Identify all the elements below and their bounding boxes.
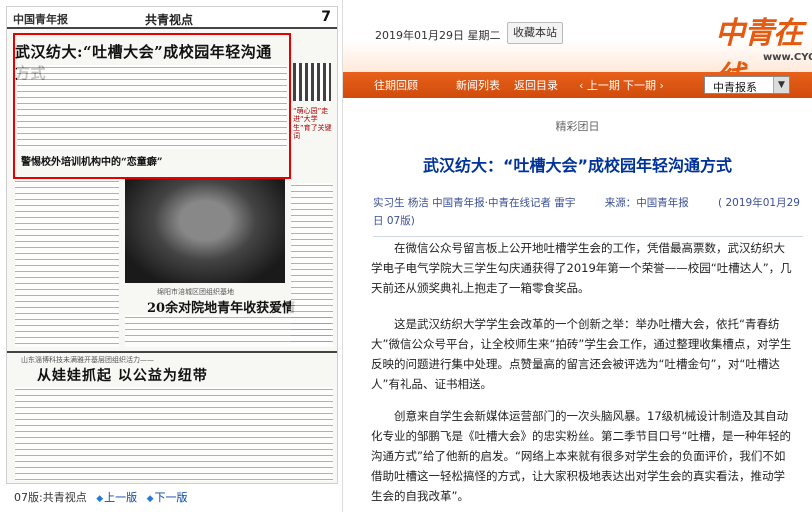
paper-text-block: [15, 179, 119, 347]
article-paragraph: 这是武汉纺织大学学生会改革的一个创新之举：举办吐槽大会，依托“青春纺大”微信公众…: [371, 317, 792, 391]
nav-next-issue-label: 下一期: [623, 79, 656, 92]
paper-page-number: 7: [321, 9, 331, 25]
paper-side-note: “萌心园”走进“大学生”育了关键词: [293, 107, 332, 141]
nav-news-list[interactable]: 新闻列表: [456, 77, 500, 93]
paper-text-block: [291, 183, 333, 347]
paper-photo-caption: 绵阳市涪城区团组织基地: [157, 288, 234, 296]
nav-bar: 往期回顾 新闻列表 返回目录 ‹ 上一期 下一期 › 中青报系 ▼: [343, 72, 812, 98]
paper-column-name: 共青视点: [145, 13, 194, 27]
paper-logo: 中国青年报: [13, 13, 68, 26]
nav-next-issue[interactable]: 下一期 ›: [623, 77, 664, 93]
qr-code-icon: [293, 63, 331, 101]
nav-prev-issue-label: 上一期: [586, 79, 620, 92]
byline-authors: 实习生 杨洁 中国青年报·中青在线记者 雷宇: [373, 197, 576, 209]
article-paragraph: 创意来自学生会新媒体运营部门的一次头脑风暴。17级机械设计制造及其自动化专业的邹…: [371, 409, 791, 503]
site-url: www.CYOL.com: [763, 52, 812, 63]
article-category: 精彩团日: [555, 120, 600, 133]
article-paragraph: 在微信公众号留言板上公开地吐槽学生会的工作，凭借最高票数，武汉纺织大学电子电气学…: [371, 241, 792, 295]
paper-photo: [125, 179, 285, 283]
paper-section-divider: [7, 351, 337, 353]
site-header: 2019年01月29日 星期二 收藏本站 中青在线 www.CYOL.com: [343, 0, 812, 95]
paper-headline-2: 警惕校外培训机构中的“恋童癖”: [21, 157, 163, 168]
bookmark-button[interactable]: 收藏本站: [507, 22, 563, 44]
paper-masthead: 中国青年报 共青视点 7: [7, 7, 337, 29]
current-page-label: 07版:共青视点: [14, 491, 87, 504]
paper-select-value: 中青报系: [713, 81, 757, 94]
nav-back-to-contents[interactable]: 返回目录: [514, 77, 558, 93]
paper-text-block: [15, 387, 333, 481]
page-pager: 07版:共青视点 ◆上一版 ◆下一版: [14, 489, 194, 505]
nav-past-issues[interactable]: 往期回顾: [374, 77, 418, 93]
next-page-link[interactable]: 下一版: [155, 491, 188, 504]
article-byline: 实习生 杨洁 中国青年报·中青在线记者 雷宇 来源：中国青年报 ( 2019年0…: [373, 194, 803, 237]
paper-headline-3: 20余对院地青年收获爱情: [147, 301, 296, 316]
diamond-icon: ◆: [96, 494, 104, 504]
byline-source: 来源：中国青年报: [604, 197, 689, 209]
paper-text-block: [17, 65, 287, 149]
newspaper-page-thumbnail[interactable]: 中国青年报 共青视点 7 武汉纺大:“吐槽大会”成校园年轻沟通方式 “萌心园”走…: [6, 6, 338, 484]
nav-prev-issue[interactable]: ‹ 上一期: [579, 77, 620, 93]
paper-section-sub: 山东淄博科技未满雅开基层团组织活力——: [21, 356, 154, 364]
article-title: 武汉纺大：“吐槽大会”成校园年轻沟通方式: [422, 156, 733, 175]
chevron-down-icon[interactable]: ▼: [773, 77, 789, 93]
article-panel: 精彩团日 武汉纺大：“吐槽大会”成校园年轻沟通方式 实习生 杨洁 中国青年报·中…: [343, 98, 812, 512]
paper-select[interactable]: 中青报系 ▼: [704, 76, 790, 94]
issue-date: 2019年01月29日 星期二: [375, 29, 501, 42]
prev-page-link[interactable]: 上一版: [104, 491, 137, 504]
diamond-icon: ◆: [146, 494, 154, 504]
newspaper-page-panel: 中国青年报 共青视点 7 武汉纺大:“吐槽大会”成校园年轻沟通方式 “萌心园”走…: [0, 0, 343, 512]
paper-headline-4: 从娃娃抓起 以公益为纽带: [37, 368, 208, 384]
